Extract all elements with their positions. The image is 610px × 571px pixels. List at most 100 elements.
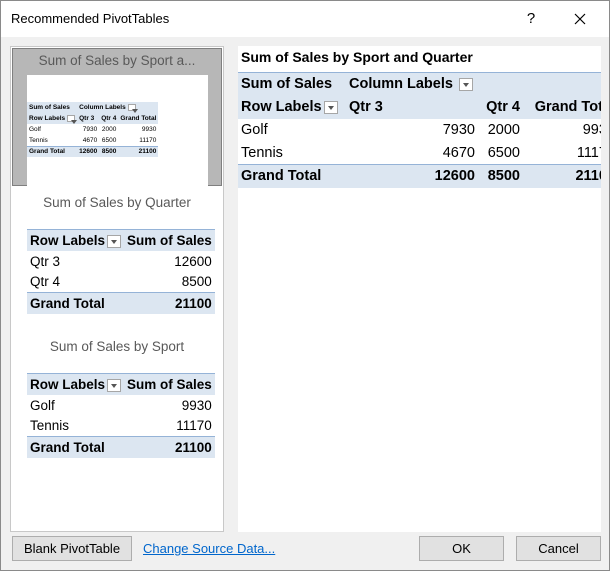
value-cell: 11170 [176, 418, 212, 434]
preview-pivot-table: Row Labels Sum of Sales Golf 9930 Tennis… [27, 373, 215, 458]
header-cell-label: Row Labels [30, 232, 106, 248]
row-label: Tennis [30, 418, 70, 434]
grand-total-row: Grand Total 12600 8500 21100 [238, 164, 601, 188]
chevron-down-icon [127, 103, 138, 113]
grand-total-row: Grand Total 12600 8500 21100 [27, 145, 159, 157]
close-icon [574, 13, 586, 25]
header-cell: Qtr 4 [99, 113, 119, 124]
recommendation-title: Sum of Sales by Quarter [43, 195, 191, 210]
row-label: Golf [30, 397, 55, 413]
chevron-down-icon [107, 234, 122, 248]
recommendation-title: Sum of Sales by Sport a... [38, 53, 196, 68]
chevron-down-icon [458, 77, 473, 91]
row-label: Tennis [241, 144, 283, 161]
header-cell-label: Row Labels [30, 376, 106, 392]
table-row: Tennis 4670 6500 11170 [27, 135, 158, 146]
value-cell: 21100 [118, 145, 159, 157]
recommendation-card-by-quarter[interactable]: Sum of Sales by Quarter Row Labels Sum o… [11, 195, 223, 314]
table-row: Golf 9930 [27, 395, 215, 416]
header-cell: Row Labels [27, 229, 125, 251]
preview-pivot-table: Sum of Sales Column Labels Row Labels Qt… [238, 72, 601, 188]
header-cell: Qtr 3 [77, 113, 100, 124]
recommendations-list[interactable]: Sum of Sales by Sport a... Sum of Sales … [10, 46, 224, 532]
preview-title: Sum of Sales by Sport and Quarter [241, 49, 473, 65]
row-label: Grand Total [27, 292, 125, 314]
value-cell: 11170 [576, 144, 601, 161]
value-cell: 2000 [101, 126, 117, 133]
value-cell: 11170 [139, 136, 157, 144]
table-row: Qtr 4 8500 [27, 272, 215, 293]
value-cell: 4670 [82, 136, 98, 144]
value-cell: 9930 [582, 122, 601, 138]
table-header-row: Sum of Sales Column Labels [238, 72, 601, 96]
table-row: Tennis 11170 [27, 416, 215, 437]
header-cell-label: Row Labels [241, 99, 322, 115]
chevron-down-icon [107, 378, 122, 392]
change-source-data-link[interactable]: Change Source Data... [143, 541, 275, 556]
table-header-row: Row Labels Sum of Sales [27, 229, 215, 251]
value-cell: 8500 [99, 145, 119, 157]
value-cell: 2000 [487, 122, 520, 138]
value-cell: 21100 [523, 164, 601, 188]
recommended-pivottables-dialog: Recommended PivotTables ? Sum of Sales b… [0, 0, 610, 571]
row-label: Grand Total [27, 145, 78, 157]
header-cell: Sum of Sales [27, 102, 78, 113]
table-row: Tennis 4670 6500 11170 [238, 142, 601, 165]
header-cell: Row Labels [238, 95, 346, 119]
table-header-row: Row Labels Qtr 3 Qtr 4 Grand Total [27, 113, 159, 124]
header-cell-label: Row Labels [29, 115, 66, 123]
table-header-row: Sum of Sales Column Labels [27, 102, 159, 113]
value-cell: 8500 [181, 274, 212, 290]
ok-button[interactable]: OK [419, 536, 504, 561]
table-header-row: Row Labels Sum of Sales [27, 373, 215, 395]
row-label: Grand Total [27, 436, 125, 458]
header-cell: Sum of Sales [124, 229, 215, 251]
value-cell: 6500 [487, 144, 520, 161]
value-cell: 7930 [82, 126, 98, 133]
value-cell: 12600 [77, 145, 100, 157]
header-cell: Qtr 4 [478, 95, 523, 119]
help-button[interactable]: ? [519, 7, 543, 31]
value-cell: 7930 [442, 122, 475, 138]
grand-total-row: Grand Total 21100 [27, 292, 215, 314]
header-cell: Sum of Sales [238, 72, 346, 96]
row-label: Grand Total [238, 164, 346, 188]
close-button[interactable] [567, 7, 593, 31]
value-cell: 21100 [124, 436, 215, 458]
grand-total-row: Grand Total 21100 [27, 436, 215, 458]
header-cell: Row Labels [27, 373, 125, 395]
header-cell: Grand Total [118, 113, 159, 124]
value-cell: 9930 [141, 126, 157, 133]
value-cell: 4670 [442, 144, 475, 161]
blank-pivottable-button[interactable]: Blank PivotTable [12, 536, 132, 561]
value-cell: 8500 [478, 164, 523, 188]
preview-pivot-table: Row Labels Sum of Sales Qtr 3 12600 Qtr … [27, 229, 215, 314]
title-bar: Recommended PivotTables ? [1, 1, 609, 37]
row-label: Golf [29, 126, 41, 133]
row-label: Qtr 4 [30, 274, 61, 290]
value-cell: 12600 [174, 253, 212, 269]
cancel-button[interactable]: Cancel [516, 536, 601, 561]
row-label: Tennis [29, 136, 48, 144]
recommendation-card-sport-and-quarter[interactable]: Sum of Sales by Sport a... Sum of Sales … [12, 48, 222, 186]
header-cell-label: Column Labels [79, 104, 126, 112]
thumbnail-pivot-table: Sum of Sales Column Labels Row Labels Qt… [27, 102, 159, 157]
header-cell: Row Labels [27, 113, 78, 124]
recommendation-thumbnail: Sum of Sales Column Labels Row Labels Qt… [27, 75, 208, 186]
value-cell: 21100 [124, 292, 215, 314]
dialog-title: Recommended PivotTables [11, 11, 170, 26]
recommendation-title: Sum of Sales by Sport [49, 339, 185, 354]
header-cell: Column Labels [346, 72, 601, 96]
table-header-row: Row Labels Qtr 3 Qtr 4 Grand Total [238, 95, 601, 119]
table-row: Qtr 3 12600 [27, 251, 215, 272]
table-row: Golf 7930 2000 9930 [27, 124, 158, 135]
header-cell: Grand Total [523, 95, 601, 119]
value-cell: 12600 [346, 164, 478, 188]
header-cell: Column Labels [77, 102, 159, 113]
preview-panel: Sum of Sales by Sport and Quarter Sum of… [238, 46, 601, 532]
table-row: Golf 7930 2000 9930 [238, 119, 601, 142]
recommendation-card-by-sport[interactable]: Sum of Sales by Sport Row Labels Sum of … [11, 339, 223, 458]
chevron-down-icon [67, 114, 78, 124]
header-cell: Sum of Sales [124, 373, 215, 395]
chevron-down-icon [323, 100, 338, 114]
